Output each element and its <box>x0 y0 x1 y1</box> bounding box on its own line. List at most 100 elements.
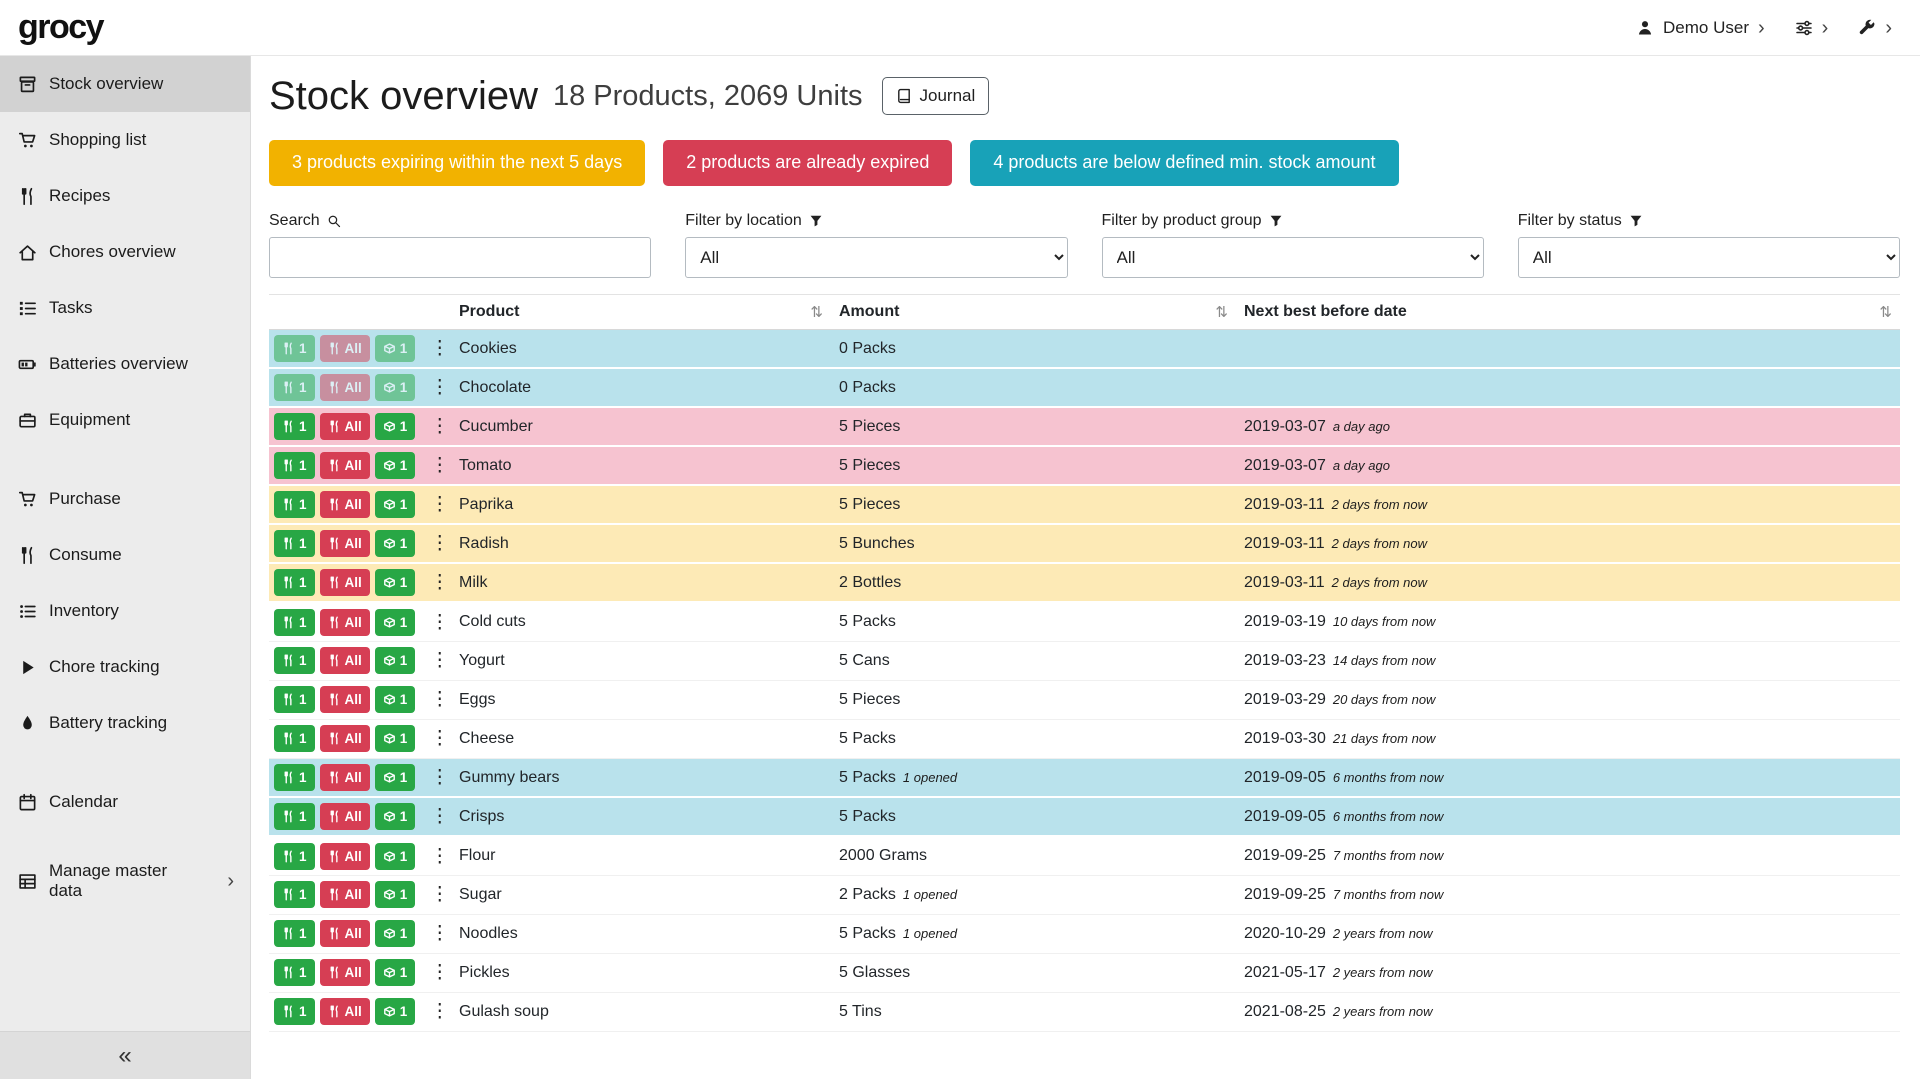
consume-one-button[interactable]: 1 <box>274 920 315 947</box>
open-one-button[interactable]: 1 <box>375 959 416 986</box>
consume-one-button[interactable]: 1 <box>274 413 315 440</box>
row-menu-button[interactable]: ⋮ <box>424 961 455 984</box>
consume-all-button[interactable]: All <box>320 530 370 557</box>
consume-one-button[interactable]: 1 <box>274 764 315 791</box>
row-menu-button[interactable]: ⋮ <box>424 493 455 516</box>
admin-menu[interactable]: › <box>1858 18 1892 38</box>
open-one-button[interactable]: 1 <box>375 413 416 440</box>
sidebar-item-inventory[interactable]: Inventory <box>0 583 250 639</box>
consume-all-button[interactable]: All <box>320 959 370 986</box>
row-menu-button[interactable]: ⋮ <box>424 532 455 555</box>
open-one-button[interactable]: 1 <box>375 609 416 636</box>
sidebar-item-shopping-list[interactable]: Shopping list <box>0 112 250 168</box>
consume-all-button[interactable]: All <box>320 452 370 479</box>
sidebar-item-calendar[interactable]: Calendar <box>0 774 250 830</box>
consume-one-button[interactable]: 1 <box>274 959 315 986</box>
open-one-button[interactable]: 1 <box>375 881 416 908</box>
open-one-button[interactable]: 1 <box>375 452 416 479</box>
row-menu-button[interactable]: ⋮ <box>424 337 455 360</box>
row-menu-button[interactable]: ⋮ <box>424 649 455 672</box>
sidebar-item-tasks[interactable]: Tasks <box>0 280 250 336</box>
settings-menu[interactable]: › <box>1795 18 1829 38</box>
open-one-button[interactable]: 1 <box>375 843 416 870</box>
row-menu-button[interactable]: ⋮ <box>424 376 455 399</box>
consume-one-button[interactable]: 1 <box>274 998 315 1025</box>
location-filter[interactable]: All <box>685 237 1067 278</box>
row-menu-button[interactable]: ⋮ <box>424 766 455 789</box>
expired-alert-button[interactable]: 2 products are already expired <box>663 140 952 186</box>
row-menu-button[interactable]: ⋮ <box>424 845 455 868</box>
sidebar-item-equipment[interactable]: Equipment <box>0 392 250 448</box>
consume-all-button[interactable]: All <box>320 413 370 440</box>
row-menu-button[interactable]: ⋮ <box>424 571 455 594</box>
consume-one-button[interactable]: 1 <box>274 569 315 596</box>
sort-icon[interactable]: ⇅ <box>810 303 823 321</box>
consume-all-button[interactable]: All <box>320 686 370 713</box>
consume-one-button[interactable]: 1 <box>274 881 315 908</box>
open-one-button[interactable]: 1 <box>375 686 416 713</box>
sort-icon[interactable]: ⇅ <box>1879 303 1892 321</box>
open-one-button[interactable]: 1 <box>375 647 416 674</box>
row-menu-button[interactable]: ⋮ <box>424 454 455 477</box>
consume-one-button[interactable]: 1 <box>274 725 315 752</box>
open-one-button[interactable]: 1 <box>375 491 416 518</box>
consume-one-button[interactable]: 1 <box>274 609 315 636</box>
row-menu-button[interactable]: ⋮ <box>424 688 455 711</box>
consume-all-button[interactable]: All <box>320 491 370 518</box>
consume-all-button[interactable]: All <box>320 647 370 674</box>
sidebar-collapse-button[interactable]: « <box>0 1031 250 1079</box>
open-one-button[interactable]: 1 <box>375 335 416 362</box>
consume-all-button[interactable]: All <box>320 725 370 752</box>
journal-button[interactable]: Journal <box>882 77 990 115</box>
consume-all-button[interactable]: All <box>320 803 370 830</box>
consume-all-button[interactable]: All <box>320 764 370 791</box>
sort-icon[interactable]: ⇅ <box>1215 303 1228 321</box>
sidebar-item-purchase[interactable]: Purchase <box>0 471 250 527</box>
consume-all-button[interactable]: All <box>320 881 370 908</box>
sidebar-item-chore-tracking[interactable]: Chore tracking <box>0 639 250 695</box>
expiring-alert-button[interactable]: 3 products expiring within the next 5 da… <box>269 140 645 186</box>
row-menu-button[interactable]: ⋮ <box>424 415 455 438</box>
open-one-button[interactable]: 1 <box>375 803 416 830</box>
open-one-button[interactable]: 1 <box>375 530 416 557</box>
below-min-stock-alert-button[interactable]: 4 products are below defined min. stock … <box>970 140 1398 186</box>
row-menu-button[interactable]: ⋮ <box>424 727 455 750</box>
consume-one-button[interactable]: 1 <box>274 335 315 362</box>
row-menu-button[interactable]: ⋮ <box>424 922 455 945</box>
open-one-button[interactable]: 1 <box>375 998 416 1025</box>
sidebar-item-stock-overview[interactable]: Stock overview <box>0 56 250 112</box>
open-one-button[interactable]: 1 <box>375 764 416 791</box>
consume-all-button[interactable]: All <box>320 374 370 401</box>
sidebar-item-recipes[interactable]: Recipes <box>0 168 250 224</box>
open-one-button[interactable]: 1 <box>375 569 416 596</box>
consume-one-button[interactable]: 1 <box>274 686 315 713</box>
open-one-button[interactable]: 1 <box>375 920 416 947</box>
sidebar-item-manage-master-data[interactable]: Manage master data › <box>0 853 250 909</box>
best-before-column-header[interactable]: Next best before date⇅ <box>1236 294 1900 329</box>
open-one-button[interactable]: 1 <box>375 374 416 401</box>
consume-all-button[interactable]: All <box>320 569 370 596</box>
consume-one-button[interactable]: 1 <box>274 491 315 518</box>
consume-one-button[interactable]: 1 <box>274 843 315 870</box>
consume-one-button[interactable]: 1 <box>274 803 315 830</box>
sidebar-item-batteries-overview[interactable]: Batteries overview <box>0 336 250 392</box>
sidebar-item-battery-tracking[interactable]: Battery tracking <box>0 695 250 751</box>
consume-one-button[interactable]: 1 <box>274 647 315 674</box>
row-menu-button[interactable]: ⋮ <box>424 1000 455 1023</box>
status-filter[interactable]: All <box>1518 237 1900 278</box>
consume-all-button[interactable]: All <box>320 920 370 947</box>
row-menu-button[interactable]: ⋮ <box>424 611 455 634</box>
product-group-filter[interactable]: All <box>1102 237 1484 278</box>
consume-all-button[interactable]: All <box>320 998 370 1025</box>
sidebar-item-chores-overview[interactable]: Chores overview <box>0 224 250 280</box>
amount-column-header[interactable]: Amount⇅ <box>831 294 1236 329</box>
consume-all-button[interactable]: All <box>320 843 370 870</box>
sidebar-item-consume[interactable]: Consume <box>0 527 250 583</box>
user-menu[interactable]: Demo User › <box>1636 18 1765 38</box>
open-one-button[interactable]: 1 <box>375 725 416 752</box>
product-column-header[interactable]: Product⇅ <box>451 294 831 329</box>
row-menu-button[interactable]: ⋮ <box>424 883 455 906</box>
row-menu-button[interactable]: ⋮ <box>424 805 455 828</box>
consume-one-button[interactable]: 1 <box>274 452 315 479</box>
consume-all-button[interactable]: All <box>320 335 370 362</box>
